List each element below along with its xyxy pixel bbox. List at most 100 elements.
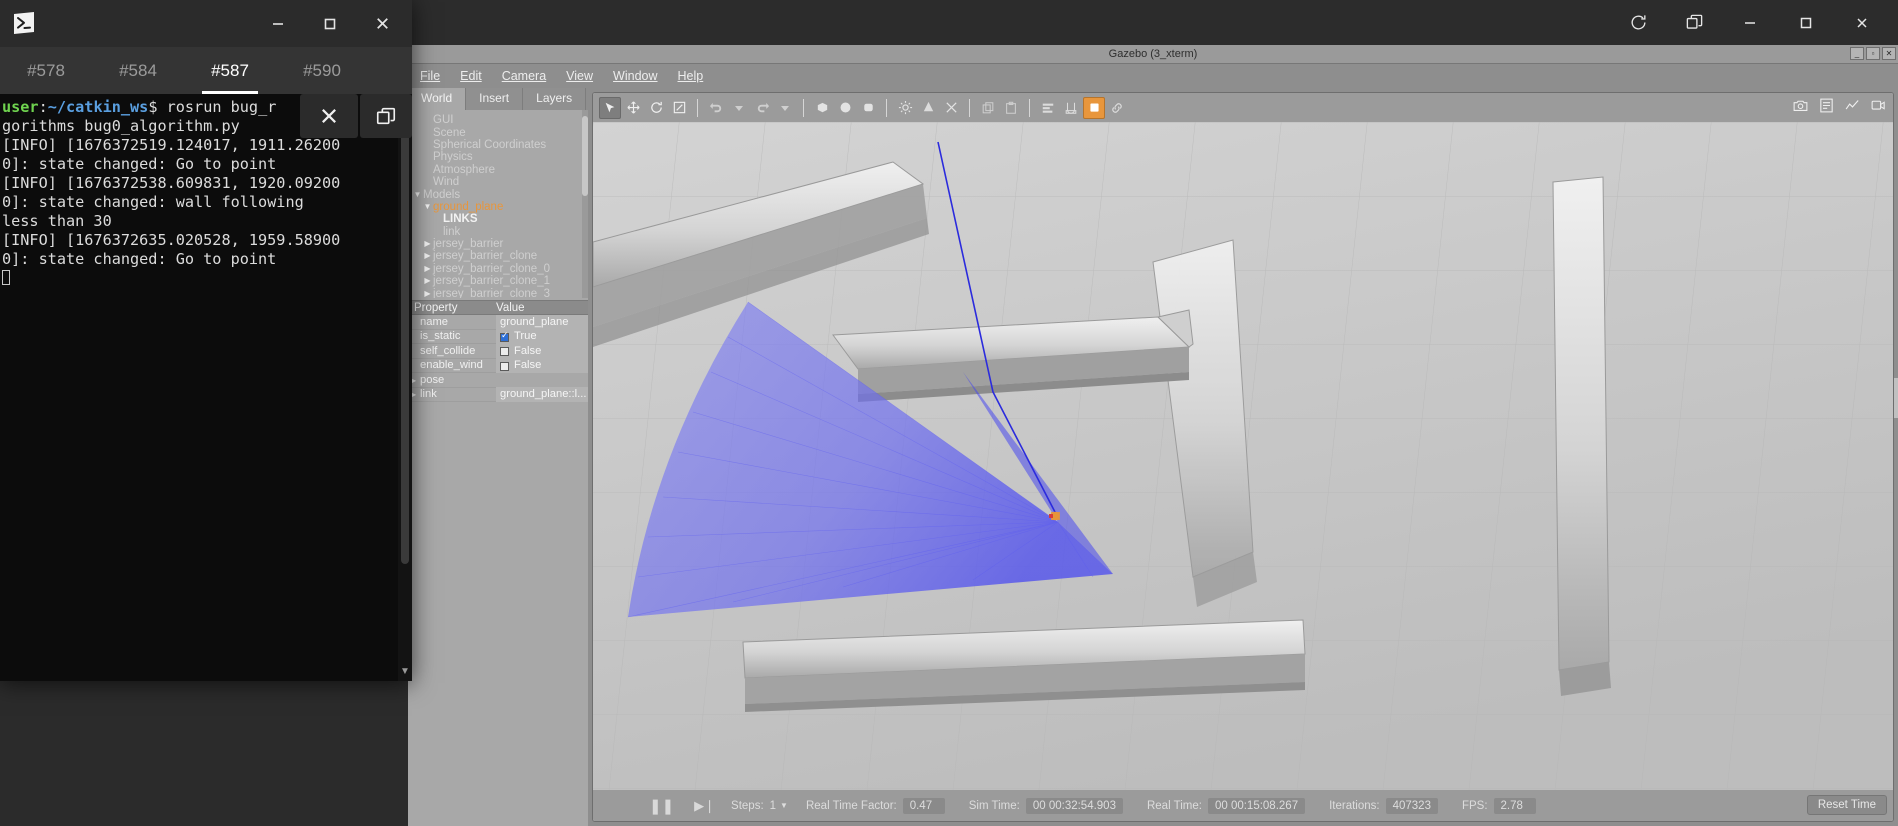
- rotate-icon[interactable]: [645, 97, 667, 119]
- gazebo-maximize-button[interactable]: ▫: [1866, 47, 1880, 60]
- world-tree[interactable]: GUI Scene Spherical Coordinates Physics Atmo…: [408, 110, 588, 298]
- sphere-icon[interactable]: [834, 97, 856, 119]
- terminal-output[interactable]: user:~/catkin_ws$ rosrun bug_r gorithms …: [0, 94, 412, 681]
- box-icon[interactable]: [811, 97, 833, 119]
- chevron-right-icon[interactable]: ▶: [422, 240, 433, 248]
- point-light-icon[interactable]: [894, 97, 916, 119]
- chevron-right-icon[interactable]: ▶: [422, 264, 433, 273]
- translate-icon[interactable]: [622, 97, 644, 119]
- directional-light-icon[interactable]: [940, 97, 962, 119]
- link-icon[interactable]: [1106, 97, 1128, 119]
- chevron-down-icon[interactable]: ▼: [412, 190, 423, 199]
- tree-item-link[interactable]: link: [408, 226, 588, 238]
- paste-icon[interactable]: [1000, 97, 1022, 119]
- host-maximize-button[interactable]: [1780, 5, 1832, 41]
- log-icon[interactable]: [1818, 97, 1835, 119]
- terminal-close-button[interactable]: [356, 4, 408, 43]
- pause-icon[interactable]: ❚❚: [649, 797, 674, 815]
- property-value[interactable]: False: [496, 343, 588, 358]
- cylinder-icon[interactable]: [857, 97, 879, 119]
- terminal-scrollbar[interactable]: ▼: [398, 94, 412, 681]
- align-icon[interactable]: [1037, 97, 1059, 119]
- menu-window[interactable]: Window: [603, 66, 667, 86]
- property-row-self_collide[interactable]: self_collide False: [408, 343, 588, 359]
- tree-item-ground-plane[interactable]: ▼ ground_plane: [408, 201, 588, 213]
- tree-item-atmosphere[interactable]: Atmosphere: [408, 164, 588, 176]
- menu-camera[interactable]: Camera: [492, 66, 556, 86]
- gazebo-minimize-button[interactable]: _: [1850, 47, 1864, 60]
- tab-world[interactable]: World: [408, 88, 467, 110]
- checkbox-icon[interactable]: [500, 330, 509, 342]
- tree-item-wind[interactable]: Wind: [408, 176, 588, 188]
- terminal-tab-584[interactable]: #584: [92, 47, 184, 94]
- tree-item-jersey-barrier-clone-1[interactable]: ▶ jersey_barrier_clone_1: [408, 275, 588, 287]
- chevron-right-icon[interactable]: ▶: [422, 289, 433, 298]
- checkbox-icon[interactable]: [500, 347, 509, 357]
- tree-item-jersey-barrier-clone-0[interactable]: ▶ jersey_barrier_clone_0: [408, 263, 588, 275]
- menu-edit[interactable]: Edit: [450, 66, 492, 86]
- terminal-tab-590[interactable]: #590: [276, 47, 368, 94]
- highlight-icon[interactable]: [1083, 96, 1105, 119]
- app-right-scrollbar[interactable]: [1894, 88, 1898, 826]
- refresh-icon[interactable]: [1612, 5, 1664, 41]
- terminal-maximize-button[interactable]: [304, 4, 356, 43]
- tab-layers[interactable]: Layers: [523, 88, 587, 110]
- steps-dropdown-icon[interactable]: ▼: [780, 801, 788, 810]
- redo-icon[interactable]: [751, 97, 773, 119]
- checkbox-icon[interactable]: [500, 361, 509, 371]
- property-value[interactable]: [496, 373, 588, 388]
- snap-icon[interactable]: [1060, 97, 1082, 119]
- tree-item-spherical-coordinates[interactable]: Spherical Coordinates: [408, 139, 588, 151]
- duplicate-icon[interactable]: [1668, 5, 1720, 41]
- scale-icon[interactable]: [668, 97, 690, 119]
- property-value[interactable]: False: [496, 358, 588, 373]
- chevron-right-icon[interactable]: ▶: [422, 252, 433, 260]
- property-row-link[interactable]: ▶ link ground_plane::l...: [408, 387, 588, 402]
- screenshot-icon[interactable]: [1792, 97, 1809, 119]
- tree-item-gui[interactable]: GUI: [408, 114, 588, 126]
- terminal-tab-587[interactable]: #587: [184, 47, 276, 94]
- menu-view[interactable]: View: [556, 66, 603, 86]
- tree-item-models[interactable]: ▼ Models: [408, 188, 588, 201]
- reset-time-button[interactable]: Reset Time: [1806, 795, 1887, 815]
- tree-item-jersey-barrier-clone[interactable]: ▶ jersey_barrier_clone: [408, 250, 588, 262]
- simulation-viewport[interactable]: [593, 122, 1893, 792]
- property-value[interactable]: ground_plane: [496, 314, 588, 329]
- tree-item-physics[interactable]: Physics: [408, 151, 588, 163]
- terminal-tab-578[interactable]: #578: [0, 47, 92, 94]
- scroll-down-icon[interactable]: ▼: [398, 666, 412, 677]
- property-row-enable_wind[interactable]: enable_wind False: [408, 358, 588, 373]
- host-close-button[interactable]: [1836, 5, 1888, 41]
- property-value[interactable]: True: [496, 329, 588, 344]
- chevron-down-icon[interactable]: ▼: [422, 202, 433, 211]
- plot-icon[interactable]: [1844, 97, 1861, 119]
- select-arrow-icon[interactable]: [599, 96, 621, 119]
- step-icon[interactable]: ▶❘: [694, 798, 715, 814]
- gazebo-close-button[interactable]: ✕: [1882, 47, 1896, 60]
- iterations-label: Iterations:: [1329, 799, 1380, 812]
- video-icon[interactable]: [1870, 97, 1887, 119]
- property-value[interactable]: ground_plane::l...: [496, 387, 588, 402]
- undo-dropdown-icon[interactable]: [728, 97, 750, 119]
- world-tree-scrollbar[interactable]: [582, 110, 588, 298]
- spot-light-icon[interactable]: [917, 97, 939, 119]
- tree-item-scene[interactable]: Scene: [408, 126, 588, 139]
- terminal-minimize-button[interactable]: [252, 4, 304, 43]
- chevron-right-icon[interactable]: ▶: [422, 277, 433, 285]
- tree-item-jersey-barrier[interactable]: ▶ jersey_barrier: [408, 238, 588, 250]
- tree-item-jersey-barrier-clone-3[interactable]: ▶ jersey_barrier_clone_3: [408, 287, 588, 298]
- copy-icon[interactable]: [977, 97, 999, 119]
- overlay-restore-button[interactable]: [360, 94, 412, 138]
- tab-insert[interactable]: Insert: [466, 88, 524, 110]
- menu-help[interactable]: Help: [668, 66, 714, 86]
- property-row-is_static[interactable]: is_static True: [408, 329, 588, 344]
- redo-dropdown-icon[interactable]: [774, 97, 796, 119]
- undo-icon[interactable]: [705, 97, 727, 119]
- host-minimize-button[interactable]: [1724, 5, 1776, 41]
- tree-item-links[interactable]: LINKS: [408, 213, 588, 225]
- terminal-scrollbar-thumb[interactable]: [401, 94, 409, 564]
- menu-file[interactable]: File: [410, 66, 450, 86]
- property-row-pose[interactable]: ▶ pose: [408, 373, 588, 388]
- property-row-name[interactable]: name ground_plane: [408, 314, 588, 330]
- overlay-close-button[interactable]: [300, 94, 358, 138]
